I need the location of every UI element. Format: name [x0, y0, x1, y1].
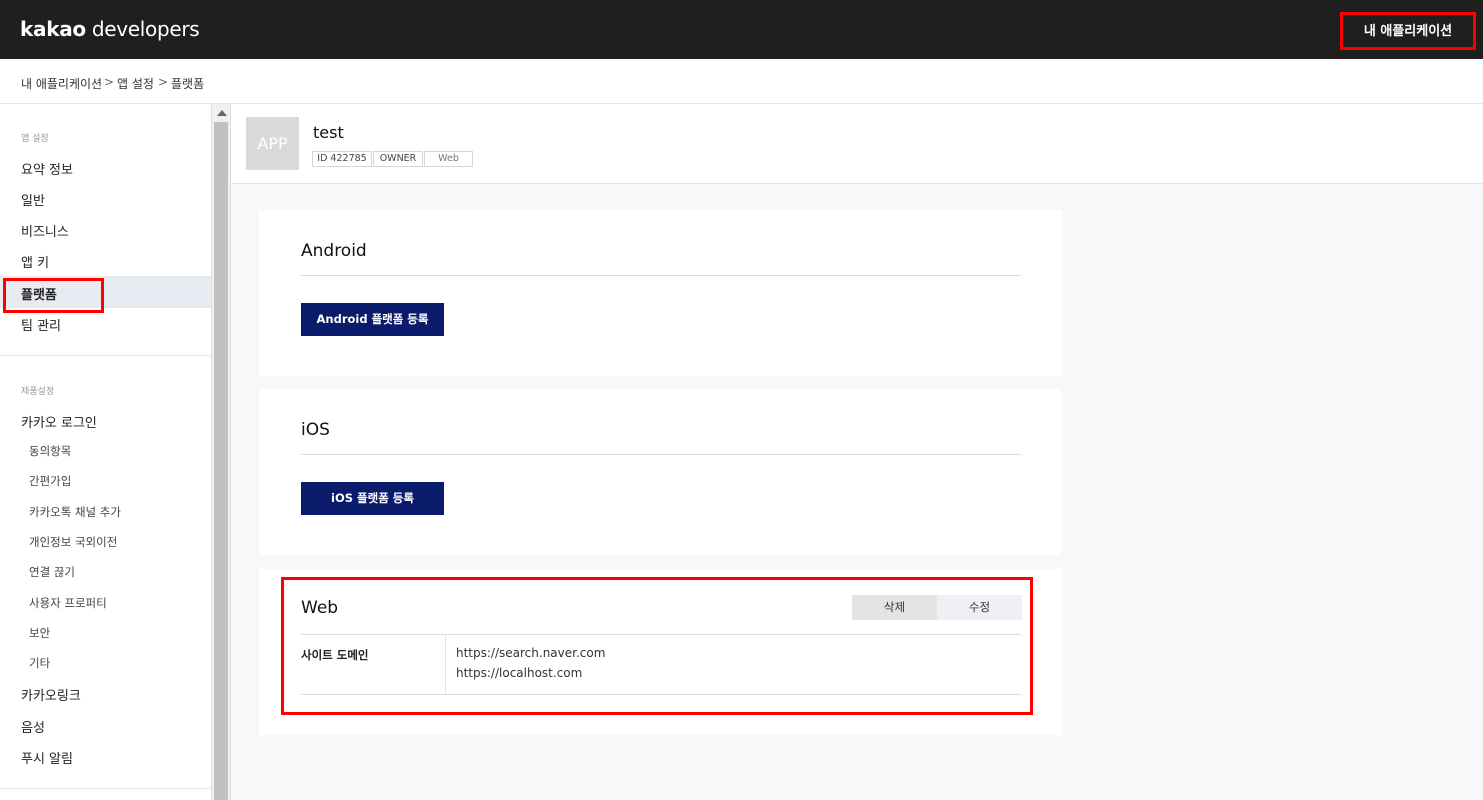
app-name: test: [313, 123, 344, 142]
sidebar-item-team[interactable]: 팀 관리: [21, 315, 61, 334]
app-header: APP test ID 422785 OWNER Web: [231, 104, 1483, 184]
android-divider: [301, 275, 1021, 276]
ios-title: iOS: [301, 420, 330, 440]
ios-card: iOS iOS 플랫폼 등록: [259, 389, 1062, 555]
ios-divider: [301, 454, 1021, 455]
sidebar-item-business[interactable]: 비즈니스: [21, 221, 69, 240]
sidebar-sub-simple-signup[interactable]: 간편가입: [29, 473, 71, 489]
ios-register-button[interactable]: iOS 플랫폼 등록: [301, 482, 444, 515]
sidebar-item-kakao-login[interactable]: 카카오 로그인: [21, 412, 97, 431]
sidebar-sub-talk-channel[interactable]: 카카오톡 채널 추가: [29, 504, 121, 520]
app-id-badge: ID 422785: [312, 151, 372, 167]
scroll-thumb[interactable]: [214, 122, 228, 800]
sidebar-item-summary[interactable]: 요약 정보: [21, 159, 73, 178]
breadcrumb-separator: >: [104, 75, 115, 89]
sidebar-platform-highlight: [3, 278, 104, 313]
sidebar-section-products: 제품설정: [21, 387, 55, 397]
android-title: Android: [301, 241, 367, 261]
web-section-highlight: [281, 577, 1033, 715]
sidebar-section-app-settings: 앱 설정: [21, 134, 49, 144]
top-bar: kakao developers 내 애플리케이션: [0, 0, 1483, 59]
sidebar-sub-user-property[interactable]: 사용자 프로퍼티: [29, 595, 107, 611]
sidebar-sub-security[interactable]: 보안: [29, 625, 50, 641]
breadcrumb-platform: 플랫폼: [171, 77, 205, 91]
breadcrumb-separator: >: [158, 75, 169, 89]
sidebar-divider: [0, 355, 211, 356]
sidebar-item-kakaolink[interactable]: 카카오링크: [21, 685, 81, 704]
breadcrumb-app-settings[interactable]: 앱 설정: [117, 75, 154, 92]
sidebar-item-voice[interactable]: 음성: [21, 717, 45, 736]
app-icon: APP: [246, 117, 299, 170]
sidebar-sub-unlink[interactable]: 연결 끊기: [29, 564, 75, 580]
brand-bold: kakao: [20, 17, 86, 41]
sidebar-scrollbar[interactable]: [211, 104, 231, 800]
sidebar: 앱 설정 요약 정보 일반 비즈니스 앱 키 플랫폼 팀 관리 제품설정 카카오…: [0, 104, 211, 800]
app-role-badge: OWNER: [373, 151, 423, 167]
sidebar-item-general[interactable]: 일반: [21, 190, 45, 209]
kakao-developers-logo[interactable]: kakao developers: [20, 16, 200, 42]
sidebar-item-app-key[interactable]: 앱 키: [21, 252, 49, 271]
scroll-up-arrow-icon[interactable]: [217, 110, 227, 116]
sidebar-sub-overseas-transfer[interactable]: 개인정보 국외이전: [29, 534, 117, 550]
sidebar-sub-consent[interactable]: 동의항목: [29, 443, 71, 459]
sidebar-divider: [0, 788, 211, 789]
sidebar-item-push[interactable]: 푸시 알림: [21, 748, 73, 767]
brand-light: developers: [91, 17, 200, 41]
app-platform-badge: Web: [424, 151, 473, 167]
breadcrumb-my-applications[interactable]: 내 애플리케이션: [21, 75, 102, 92]
breadcrumb: 내 애플리케이션 > 앱 설정 > 플랫폼: [0, 59, 1483, 104]
android-card: Android Android 플랫폼 등록: [259, 210, 1062, 376]
my-applications-link[interactable]: 내 애플리케이션: [1340, 12, 1476, 50]
sidebar-sub-etc[interactable]: 기타: [29, 655, 50, 671]
android-register-button[interactable]: Android 플랫폼 등록: [301, 303, 444, 336]
